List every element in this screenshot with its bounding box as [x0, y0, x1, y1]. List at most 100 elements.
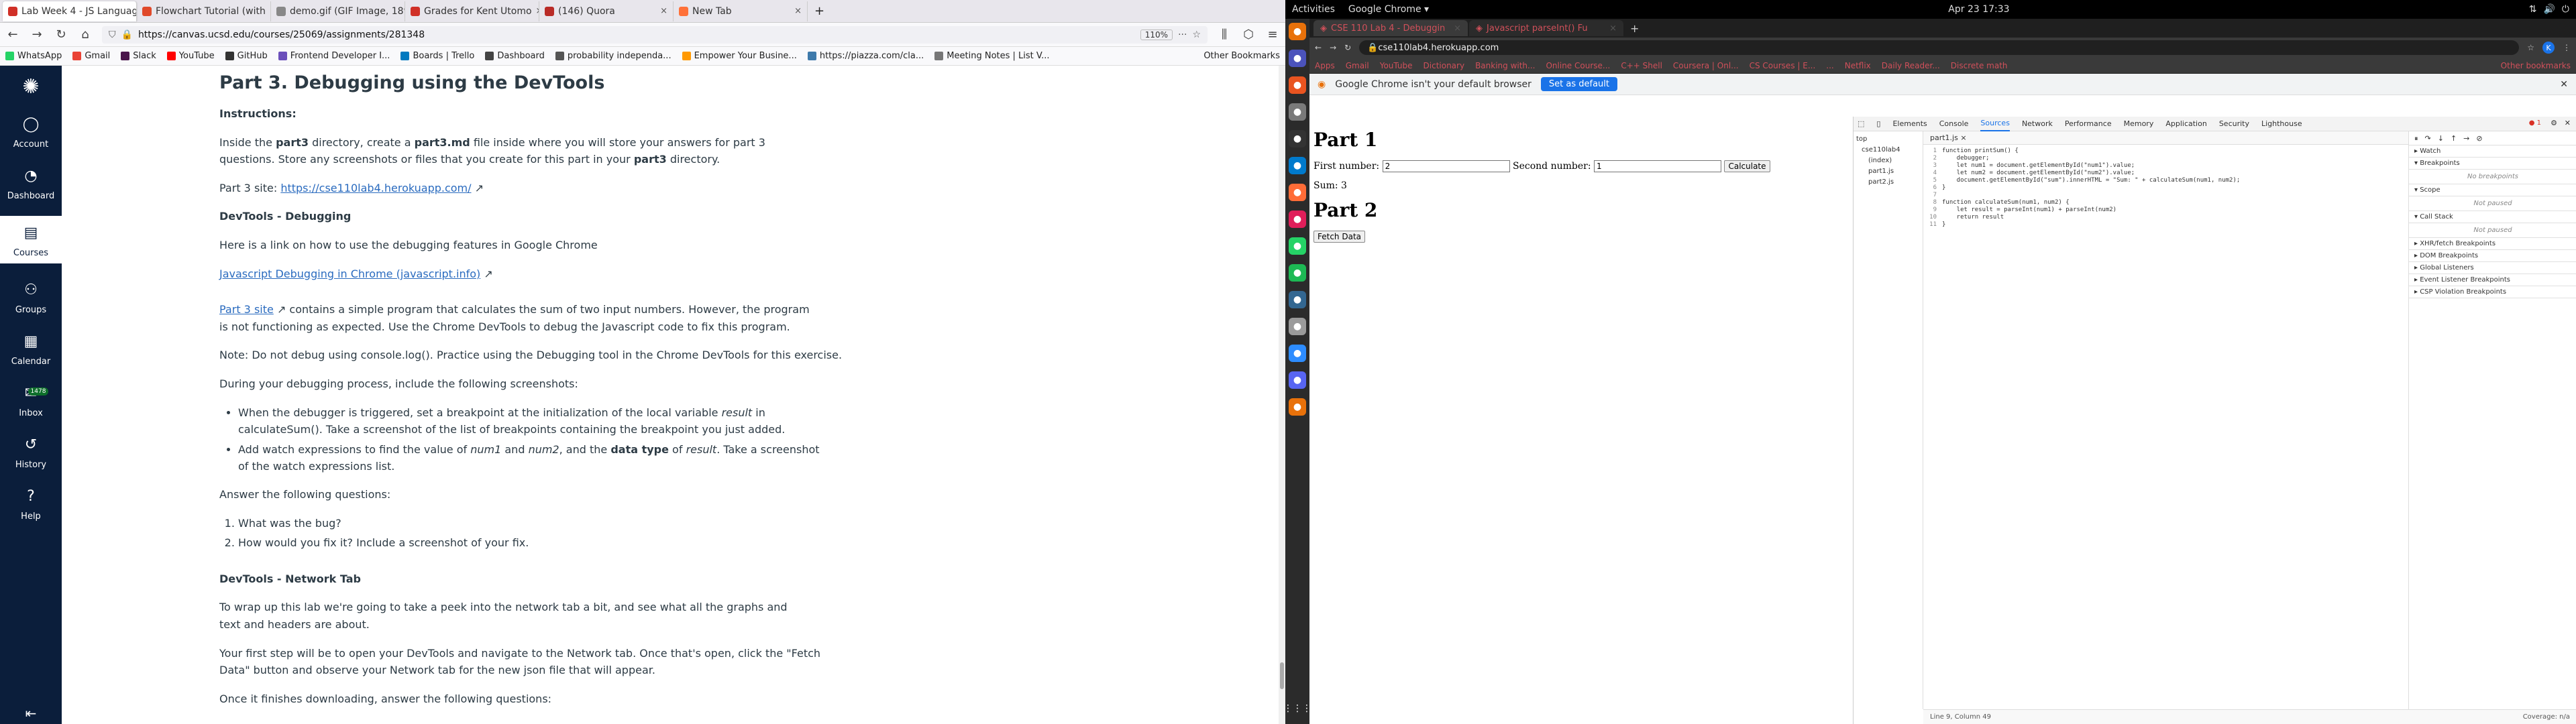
code-line[interactable]: 1 function printSum() {	[1926, 147, 2408, 155]
debugger-section-header[interactable]: ▸ Watch	[2409, 145, 2576, 158]
clock[interactable]: Apr 23 17:33	[1948, 4, 2009, 15]
other-bookmarks[interactable]: Other bookmarks	[2501, 61, 2571, 70]
star-icon[interactable]: ☆	[1192, 29, 1201, 40]
nav-dashboard[interactable]: ◔ Dashboard	[0, 164, 62, 202]
tree-item[interactable]: top	[1856, 134, 1920, 145]
devtools-tab[interactable]: Lighthouse	[2261, 117, 2302, 131]
code-line[interactable]: 11}	[1926, 221, 2408, 229]
devtools-tab[interactable]: Console	[1939, 117, 1969, 131]
new-tab-button[interactable]: +	[808, 4, 831, 18]
spotify-icon[interactable]: ●	[1289, 264, 1306, 282]
part3-site-link[interactable]: Part 3 site	[219, 303, 274, 316]
debugger-section-header[interactable]: ▾ Breakpoints	[2409, 158, 2576, 170]
bookmark-item[interactable]: CS Courses | E...	[1750, 61, 1816, 70]
line-number[interactable]: 3	[1926, 162, 1937, 170]
close-icon[interactable]: ×	[794, 6, 802, 16]
code-line[interactable]: 6}	[1926, 184, 2408, 192]
tree-item[interactable]: part1.js	[1856, 166, 1920, 177]
vscode-icon[interactable]: ●	[1289, 157, 1306, 174]
tree-item[interactable]: part2.js	[1856, 177, 1920, 188]
code-line[interactable]: 5 document.getElementById("sum").innerHT…	[1926, 177, 2408, 184]
bookmark-item[interactable]: YouTube	[1380, 61, 1413, 70]
line-number[interactable]: 1	[1926, 147, 1937, 155]
devtools-tab[interactable]: Elements	[1892, 117, 1927, 131]
set-default-button[interactable]: Set as default	[1540, 77, 1617, 91]
nav-history[interactable]: ↺ History	[0, 433, 62, 471]
browser-tab[interactable]: Flowchart Tutorial (with×	[137, 1, 271, 21]
step-icon[interactable]: →	[2463, 134, 2469, 143]
extensions-icon[interactable]: ⬡	[1241, 27, 1256, 42]
star-icon[interactable]: ☆	[2527, 43, 2534, 52]
javascript-info-link[interactable]: Javascript Debugging in Chrome (javascri…	[219, 267, 480, 280]
forward-icon[interactable]: →	[30, 27, 44, 42]
nav-help[interactable]: ? Help	[0, 485, 62, 522]
whatsapp-icon[interactable]: ●	[1289, 237, 1306, 255]
fetch-data-button[interactable]: Fetch Data	[1313, 231, 1366, 243]
bookmark-item[interactable]: https://piazza.com/cla...	[807, 51, 924, 61]
close-icon[interactable]: ×	[660, 6, 667, 16]
software-icon[interactable]: ●	[1289, 76, 1306, 94]
line-number[interactable]: 9	[1926, 206, 1937, 214]
bookmark-item[interactable]: Banking with...	[1475, 61, 1535, 70]
bookmark-item[interactable]: Coursera | Onl...	[1673, 61, 1739, 70]
page-scrollbar[interactable]	[1279, 66, 1285, 724]
ucsd-logo[interactable]: ✺	[0, 75, 62, 99]
pause-icon[interactable]: ⏸	[2414, 134, 2418, 143]
menu-icon[interactable]: ≡	[1265, 27, 1280, 42]
line-number[interactable]: 5	[1926, 177, 1937, 184]
debugger-section-header[interactable]: ▾ Scope	[2409, 184, 2576, 196]
bookmark-item[interactable]: Discrete math	[1951, 61, 2008, 70]
url-text[interactable]: https://canvas.ucsd.edu/courses/25069/as…	[138, 29, 425, 40]
bookmark-item[interactable]: probability independa...	[555, 51, 672, 61]
profile-icon[interactable]: K	[2542, 42, 2555, 54]
file-tab[interactable]: part1.js ×	[1930, 133, 1967, 142]
device-icon[interactable]: ▯	[1876, 119, 1880, 128]
bookmark-item[interactable]: Dashboard	[485, 51, 545, 61]
nav-calendar[interactable]: ▦ Calendar	[0, 330, 62, 367]
line-number[interactable]: 7	[1926, 192, 1937, 199]
chrome-tab[interactable]: ◈ CSE 110 Lab 4 - Debuggin ×	[1313, 20, 1468, 36]
devtools-tab[interactable]: Sources	[1980, 117, 2010, 131]
bookmark-item[interactable]: WhatsApp	[5, 51, 62, 61]
step-into-icon[interactable]: ↓	[2438, 134, 2444, 143]
scroll-thumb[interactable]	[1280, 662, 1284, 689]
bookmark-item[interactable]: Gmail	[72, 51, 110, 61]
devtools-tab[interactable]: Security	[2219, 117, 2249, 131]
nav-groups[interactable]: ⚇ Groups	[0, 278, 62, 316]
error-count[interactable]: ● 1	[2529, 119, 2541, 127]
debugger-section-header[interactable]: ▸ Global Listeners	[2409, 262, 2576, 274]
debugger-section-header[interactable]: ▸ XHR/fetch Breakpoints	[2409, 238, 2576, 250]
activities-button[interactable]: Activities	[1292, 4, 1335, 15]
close-icon[interactable]: ✕	[2565, 119, 2571, 127]
menu-icon[interactable]: ⋮	[2563, 43, 2571, 52]
line-number[interactable]: 11	[1926, 221, 1937, 229]
nav-inbox[interactable]: ✉1478 Inbox	[0, 381, 62, 418]
browser-tab[interactable]: (146) Quora ×	[539, 1, 674, 21]
postman-icon[interactable]: ●	[1289, 184, 1306, 201]
reload-icon[interactable]: ↻	[1344, 43, 1351, 52]
library-icon[interactable]: ⫼	[1217, 27, 1232, 42]
chrome-icon[interactable]: ●	[1289, 23, 1306, 40]
line-number[interactable]: 4	[1926, 170, 1937, 177]
code-line[interactable]: 10 return result	[1926, 214, 2408, 221]
settings-icon[interactable]: ⚙	[2551, 119, 2557, 127]
calculate-button[interactable]: Calculate	[1724, 160, 1770, 172]
site-link[interactable]: https://cse110lab4.herokuapp.com/	[280, 182, 471, 194]
chrome-tab[interactable]: ◈ Javascript parseInt() Fu ×	[1469, 20, 1623, 36]
bookmark-item[interactable]: Daily Reader...	[1882, 61, 1940, 70]
close-icon[interactable]: ×	[1454, 23, 1461, 34]
url-bar[interactable]: ⛉ 🔒 https://canvas.ucsd.edu/courses/2506…	[102, 25, 1208, 44]
bookmark-item[interactable]: Slack	[121, 51, 156, 61]
debugger-section-header[interactable]: ▸ DOM Breakpoints	[2409, 250, 2576, 262]
omnibox[interactable]: 🔒 cse110lab4.herokuapp.com	[1359, 40, 2520, 55]
new-tab-button[interactable]: +	[1625, 22, 1644, 35]
debugger-section-header[interactable]: ▾ Call Stack	[2409, 211, 2576, 223]
code-line[interactable]: 3 let num1 = document.getElementById("nu…	[1926, 162, 2408, 170]
reload-icon[interactable]: ↻	[54, 27, 68, 42]
browser-tab[interactable]: Lab Week 4 - JS Languag×	[3, 1, 137, 21]
line-number[interactable]: 6	[1926, 184, 1937, 192]
code-view[interactable]: 1 function printSum() {2 debugger; 3 let n…	[1923, 145, 2408, 229]
browser-tab[interactable]: Grades for Kent Utomo×	[405, 1, 539, 21]
bookmark-item[interactable]: Empower Your Busine...	[682, 51, 797, 61]
zoom-badge[interactable]: 110%	[1140, 29, 1173, 40]
